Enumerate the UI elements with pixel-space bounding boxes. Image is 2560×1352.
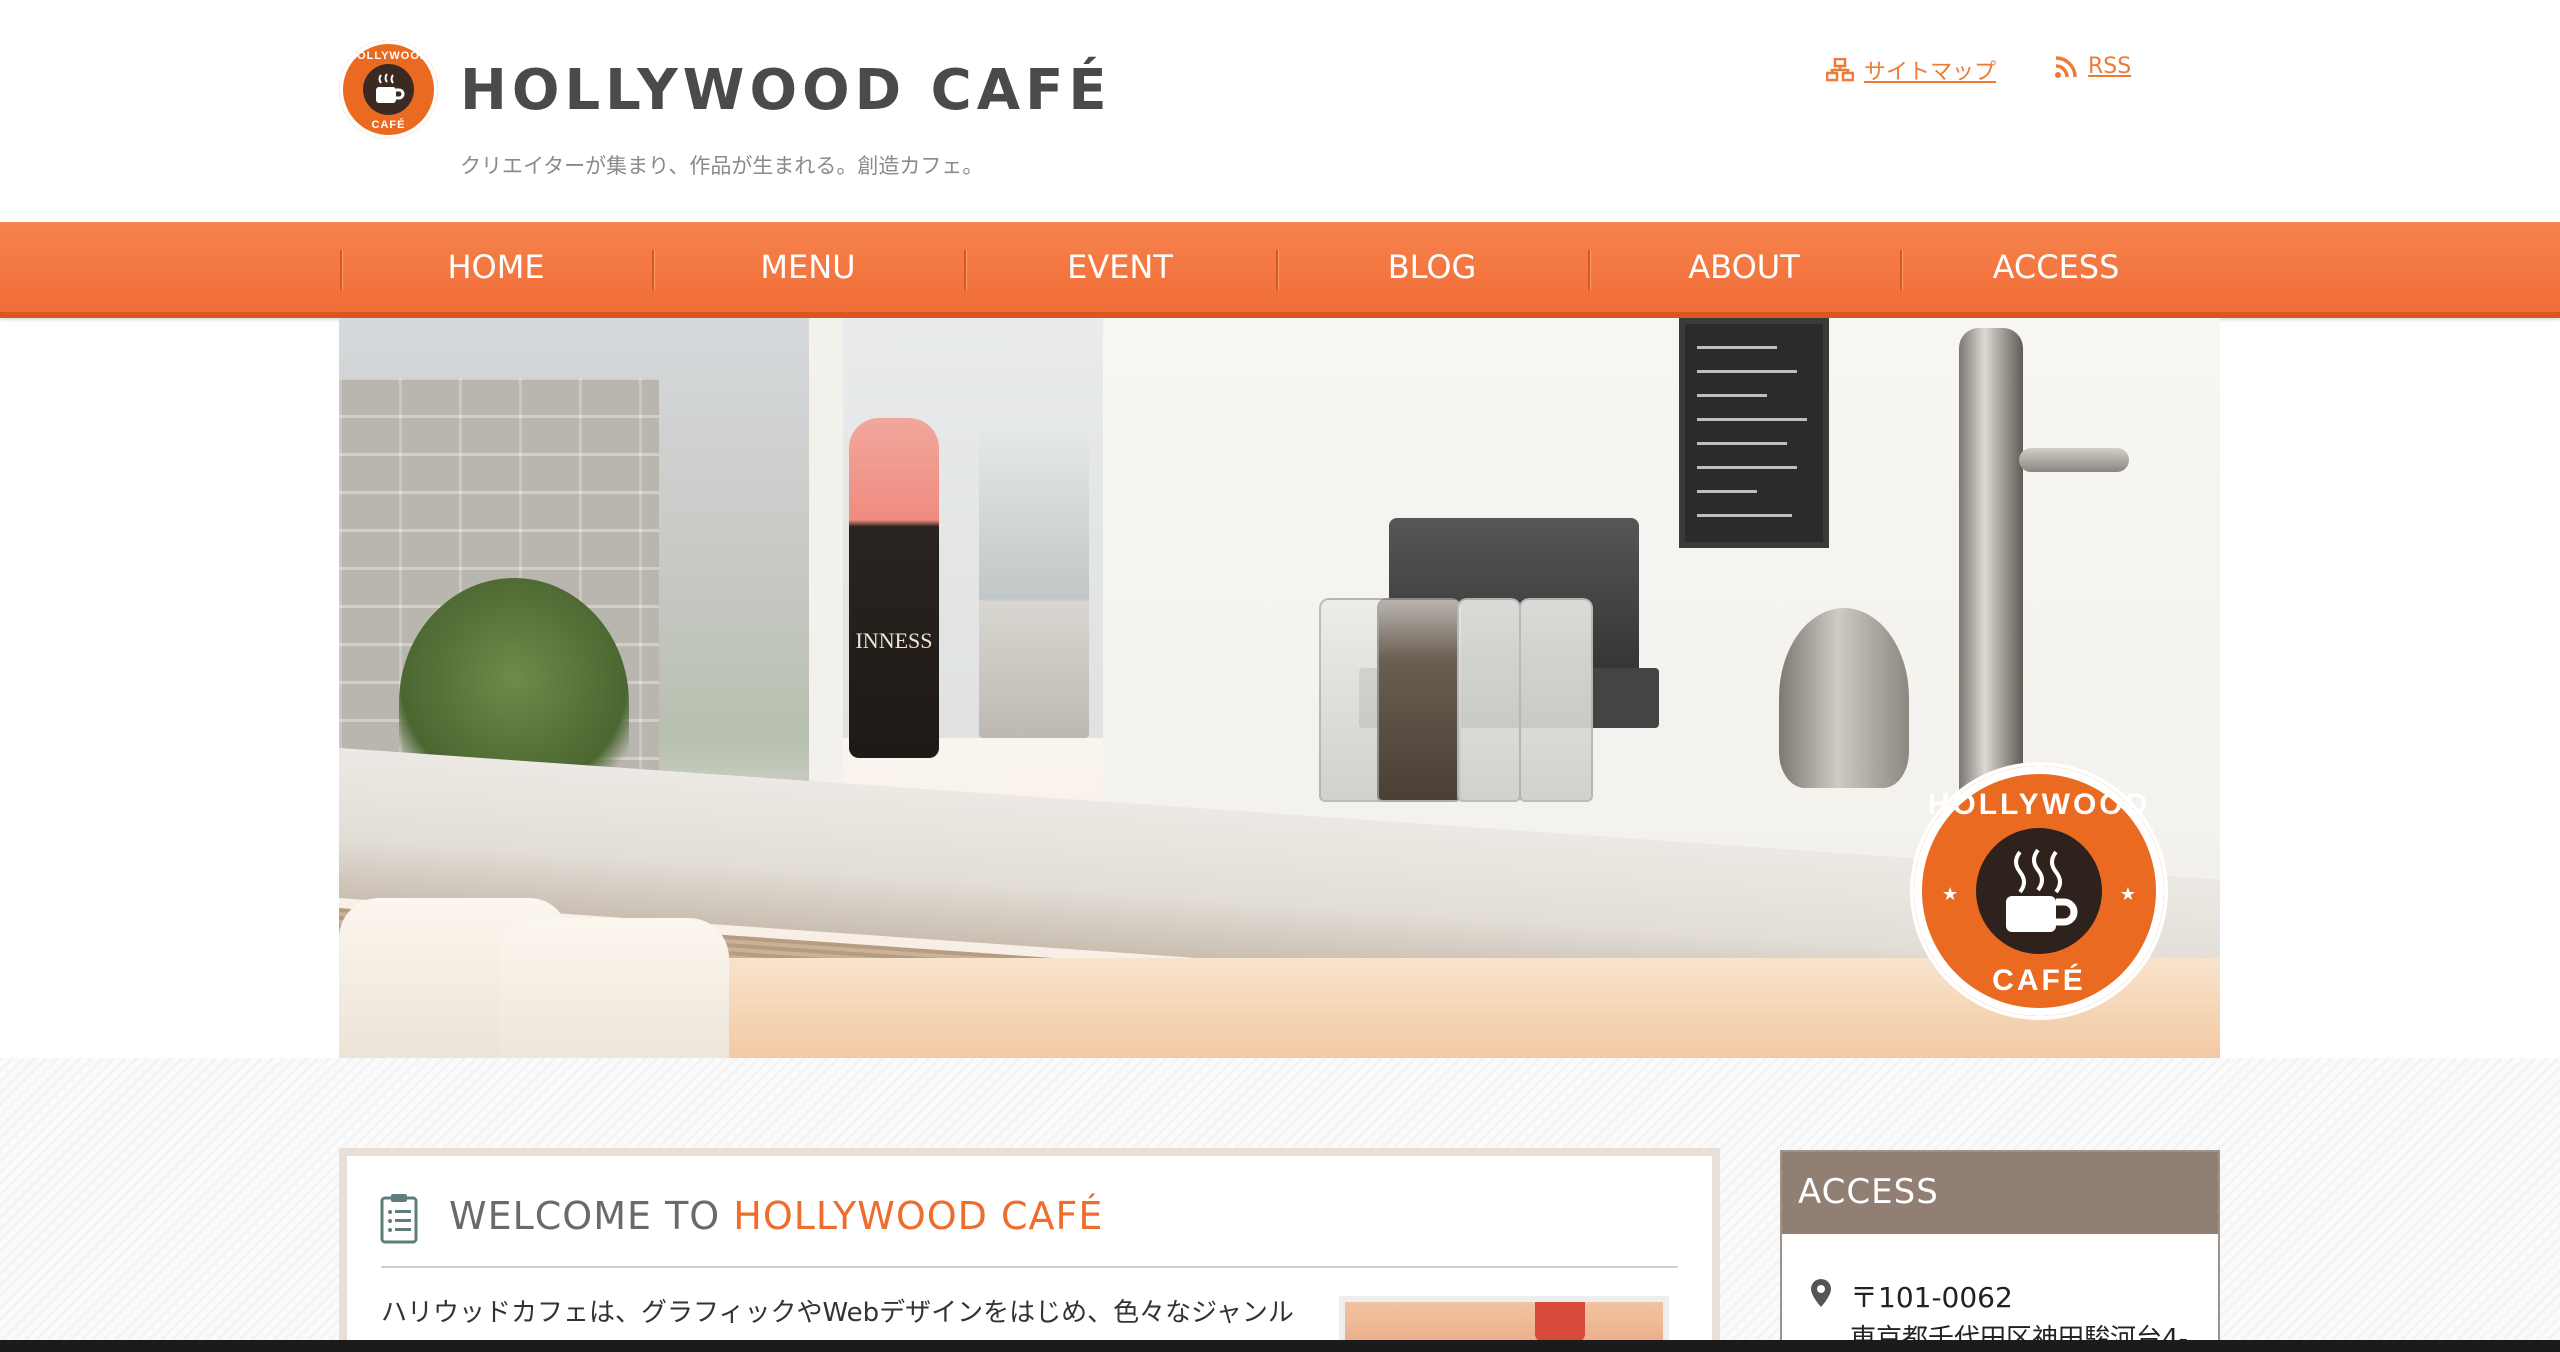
access-heading: ACCESS: [1782, 1152, 2218, 1234]
hero-logo-badge: HOLLYWOOD ★ ★ CAFÉ: [1914, 766, 2164, 1016]
divider: [381, 1266, 1678, 1268]
star-icon: ★: [1942, 884, 1959, 905]
hero-bottle-label: INNESS: [855, 628, 933, 653]
global-nav: HOME MENU EVENT BLOG ABOUT ACCESS: [0, 222, 2560, 318]
nav-item-blog[interactable]: BLOG: [1276, 222, 1588, 312]
clipboard-icon: [379, 1192, 419, 1248]
nav-item-event[interactable]: EVENT: [964, 222, 1276, 312]
map-pin-icon: [1810, 1278, 1832, 1312]
hero-chalkboard: [1679, 318, 1829, 548]
hero-badge-bottom: CAFÉ: [1992, 964, 2086, 997]
sitemap-link-label: サイトマップ: [1864, 60, 1997, 85]
site-header: HOLLYWOOD CAFÉ HOLLYWOOD CAFÉ クリエイターが集まり…: [0, 0, 2560, 222]
logo-ring-bottom: CAFÉ: [371, 119, 406, 131]
coffee-cup-icon: [363, 64, 414, 115]
rss-link-label: RSS: [2088, 54, 2132, 79]
sitemap-link[interactable]: サイトマップ: [1826, 54, 1996, 86]
hero-kettle: [1779, 608, 1909, 788]
access-postal-code: 〒101-0062: [1850, 1281, 2013, 1314]
hero-image: INNESS HOLLYWOOD ★ ★ CAFÉ: [339, 318, 2220, 1058]
nav-item-home[interactable]: HOME: [340, 222, 652, 312]
hero-blender: [979, 428, 1089, 738]
page: HOLLYWOOD CAFÉ HOLLYWOOD CAFÉ クリエイターが集まり…: [0, 0, 2560, 1352]
rss-link[interactable]: RSS: [2054, 54, 2131, 79]
coffee-cup-icon: [1976, 828, 2102, 954]
site-title[interactable]: HOLLYWOOD CAFÉ: [460, 58, 1112, 123]
nav-item-menu[interactable]: MENU: [652, 222, 964, 312]
welcome-text: ハリウッドカフェは、グラフィックやWebデザインをはじめ、色々なジャンル: [381, 1298, 1294, 1328]
site-logo[interactable]: HOLLYWOOD CAFÉ: [339, 40, 438, 139]
welcome-heading: WELCOME TO HOLLYWOOD CAFÉ: [449, 1194, 1103, 1238]
welcome-heading-lead: WELCOME TO: [449, 1194, 734, 1238]
star-icon: ★: [2119, 884, 2136, 905]
window-bottom-edge: [0, 1340, 2560, 1352]
access-widget: ACCESS 〒101-0062 東京都千代田区神田駿河台4-: [1780, 1150, 2220, 1352]
hero-bottle: INNESS: [849, 418, 939, 758]
nav-item-about[interactable]: ABOUT: [1588, 222, 1900, 312]
welcome-heading-brand: HOLLYWOOD CAFÉ: [733, 1194, 1104, 1238]
nav-item-access[interactable]: ACCESS: [1900, 222, 2212, 312]
welcome-section: WELCOME TO HOLLYWOOD CAFÉ ハリウッドカフェは、グラフィ…: [339, 1148, 1720, 1352]
hero-badge-top: HOLLYWOOD: [1927, 788, 2151, 821]
site-tagline: クリエイターが集まり、作品が生まれる。創造カフェ。: [460, 154, 984, 178]
sitemap-icon: [1826, 58, 1854, 82]
rss-icon: [2054, 55, 2078, 79]
logo-ring-top: HOLLYWOOD: [348, 50, 429, 62]
